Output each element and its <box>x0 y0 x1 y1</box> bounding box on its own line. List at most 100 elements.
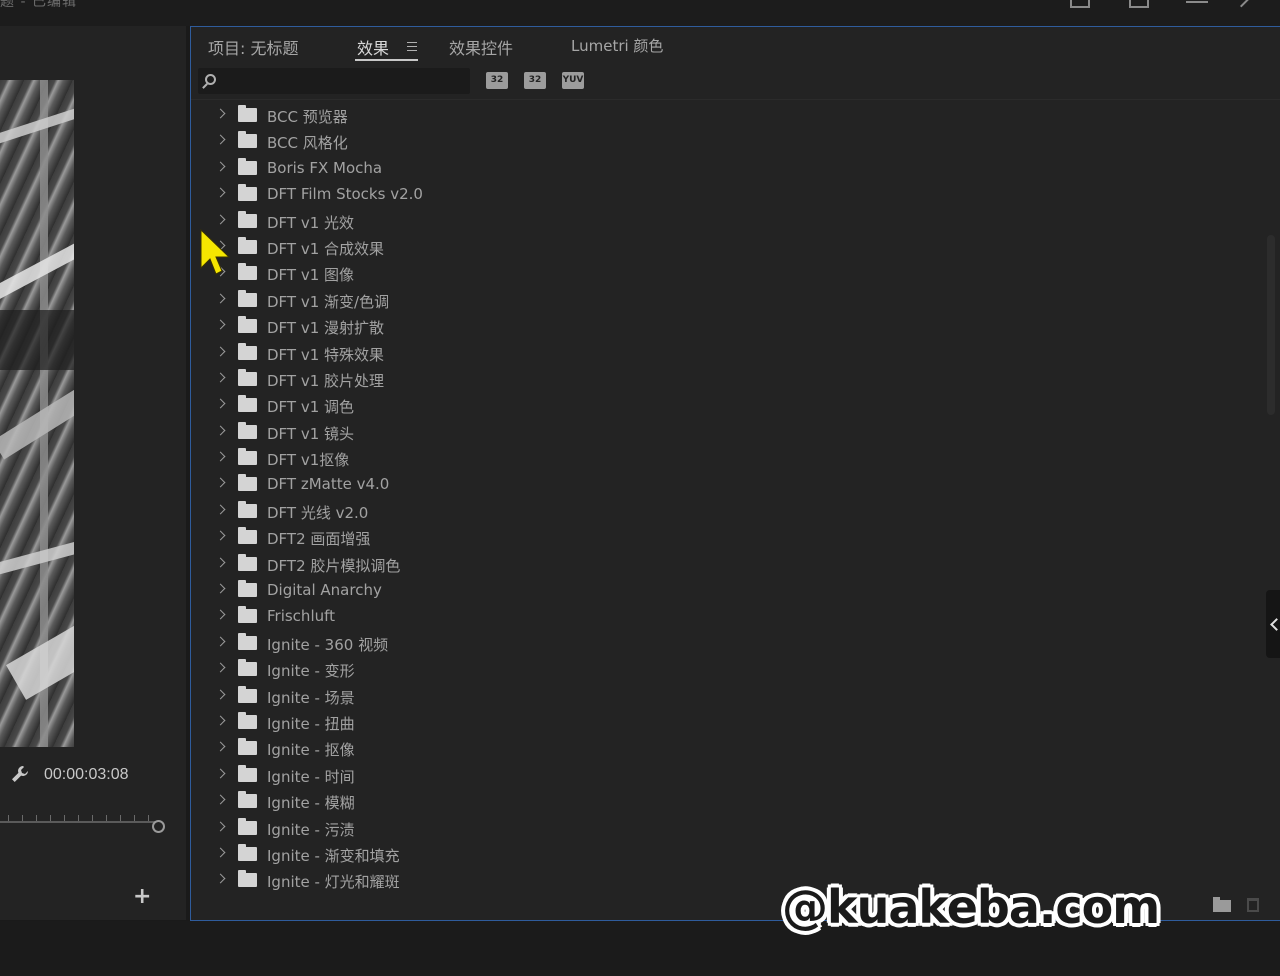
effect-folder-row[interactable]: Frischluft <box>191 603 1261 629</box>
effect-folder-row[interactable]: Ignite - 变形 <box>191 656 1261 682</box>
effect-folder-label: Frischluft <box>267 607 336 626</box>
effect-folder-row[interactable]: Boris FX Mocha <box>191 155 1261 181</box>
menu-icon[interactable] <box>1186 0 1208 8</box>
tab-lumetri-color[interactable]: Lumetri 颜色 <box>571 35 663 56</box>
effect-folder-row[interactable]: DFT 光线 v2.0 <box>191 498 1261 524</box>
chevron-right-icon[interactable] <box>215 821 226 831</box>
effect-folder-label: DFT v1 镜头 <box>267 424 355 443</box>
folder-icon <box>238 157 257 175</box>
effect-folder-row[interactable]: DFT v1 漫射扩散 <box>191 313 1261 339</box>
scrollbar[interactable] <box>1267 235 1275 415</box>
chevron-right-icon[interactable] <box>215 478 226 488</box>
chevron-right-icon[interactable] <box>215 794 226 805</box>
effect-folder-row[interactable]: Ignite - 模糊 <box>191 788 1261 814</box>
chevron-right-icon[interactable] <box>215 715 226 726</box>
chevron-right-icon[interactable] <box>215 662 226 673</box>
effect-folder-row[interactable]: DFT v1 合成效果 <box>191 234 1261 260</box>
chevron-right-icon[interactable] <box>215 530 226 541</box>
effect-folder-row[interactable]: Ignite - 360 视频 <box>191 630 1261 656</box>
effect-folder-row[interactable]: DFT2 画面增强 <box>191 524 1261 550</box>
effect-folder-row[interactable]: Ignite - 扭曲 <box>191 709 1261 735</box>
video-preview[interactable] <box>0 80 74 747</box>
tab-effect-controls[interactable]: 效果控件 <box>449 35 513 59</box>
effect-folder-row[interactable]: DFT v1 光效 <box>191 208 1261 234</box>
tab-project[interactable]: 项目: 无标题 <box>208 35 298 59</box>
effect-folder-row[interactable]: DFT2 胶片模拟调色 <box>191 551 1261 577</box>
effect-folder-row[interactable]: DFT Film Stocks v2.0 <box>191 181 1261 207</box>
tab-effects[interactable]: 效果 <box>357 35 389 59</box>
panel-menu-icon[interactable] <box>407 42 417 54</box>
effect-folder-label: DFT 光线 v2.0 <box>267 503 369 522</box>
chevron-right-icon[interactable] <box>215 636 226 647</box>
effect-folder-row[interactable]: DFT v1 特殊效果 <box>191 340 1261 366</box>
effect-folder-row[interactable]: Ignite - 污渍 <box>191 815 1261 841</box>
effect-folder-row[interactable]: Ignite - 渐变和填充 <box>191 841 1261 867</box>
effect-folder-row[interactable]: Ignite - 抠像 <box>191 735 1261 761</box>
collapse-panel-icon[interactable] <box>1266 590 1280 658</box>
chevron-right-icon[interactable] <box>215 583 226 594</box>
chevron-right-icon[interactable] <box>215 398 226 409</box>
chevron-right-icon[interactable] <box>215 293 226 304</box>
wrench-icon[interactable] <box>10 764 30 784</box>
32bit-effects-icon[interactable]: 32 <box>524 72 546 89</box>
trash-icon[interactable] <box>1247 898 1259 912</box>
folder-icon <box>238 236 257 254</box>
effects-search[interactable] <box>198 68 470 94</box>
effect-folder-label: DFT v1 光效 <box>267 213 355 232</box>
minimize-icon[interactable] <box>1240 0 1254 8</box>
effect-folder-row[interactable]: Digital Anarchy <box>191 577 1261 603</box>
effect-folder-row[interactable]: BCC 预览器 <box>191 102 1261 128</box>
new-folder-icon[interactable] <box>1213 897 1231 912</box>
export-icon[interactable] <box>1129 0 1149 8</box>
folder-icon <box>238 131 257 149</box>
effect-folder-row[interactable]: DFT v1 镜头 <box>191 419 1261 445</box>
chevron-right-icon[interactable] <box>215 214 226 225</box>
chevron-right-icon[interactable] <box>215 768 226 779</box>
folder-icon <box>238 105 257 122</box>
workspace-icon[interactable] <box>1070 0 1090 8</box>
chevron-right-icon[interactable] <box>215 557 226 568</box>
chevron-right-icon[interactable] <box>215 451 226 462</box>
chevron-right-icon[interactable] <box>215 873 226 884</box>
chevron-right-icon[interactable] <box>215 504 226 515</box>
folder-icon <box>238 368 257 386</box>
effect-folder-label: DFT v1抠像 <box>267 451 350 470</box>
chevron-right-icon[interactable] <box>215 741 226 752</box>
chevron-right-icon[interactable] <box>215 187 226 198</box>
folder-icon <box>238 184 257 202</box>
time-ruler[interactable] <box>0 809 160 823</box>
effect-folder-row[interactable]: DFT v1 图像 <box>191 260 1261 286</box>
active-tab-indicator <box>355 59 418 61</box>
add-button[interactable]: + <box>133 886 151 908</box>
effect-folder-row[interactable]: DFT v1 渐变/色调 <box>191 287 1261 313</box>
effect-folder-row[interactable]: DFT zMatte v4.0 <box>191 471 1261 497</box>
chevron-right-icon[interactable] <box>215 161 226 172</box>
chevron-right-icon[interactable] <box>215 689 226 700</box>
effect-folder-row[interactable]: BCC 风格化 <box>191 128 1261 154</box>
chevron-right-icon[interactable] <box>215 425 226 436</box>
effect-folder-row[interactable]: DFT v1 胶片处理 <box>191 366 1261 392</box>
effect-folder-row[interactable]: DFT v1 调色 <box>191 392 1261 418</box>
effect-folder-row[interactable]: Ignite - 时间 <box>191 762 1261 788</box>
yuv-effects-icon[interactable]: YUV <box>562 72 584 89</box>
folder-icon <box>238 738 257 756</box>
effect-folder-row[interactable]: Ignite - 场景 <box>191 683 1261 709</box>
chevron-right-icon[interactable] <box>215 847 226 858</box>
playhead-handle[interactable] <box>152 820 165 833</box>
chevron-right-icon[interactable] <box>215 319 226 330</box>
chevron-right-icon[interactable] <box>215 372 226 383</box>
chevron-right-icon[interactable] <box>215 609 226 620</box>
folder-icon <box>238 395 257 413</box>
chevron-right-icon[interactable] <box>215 134 226 145</box>
accelerated-effects-icon[interactable]: 32 <box>486 72 508 89</box>
effect-folder-row[interactable]: DFT v1抠像 <box>191 445 1261 471</box>
folder-icon <box>238 553 257 571</box>
search-input[interactable] <box>222 71 462 91</box>
search-icon <box>205 74 216 85</box>
folder-icon <box>238 843 257 861</box>
chevron-right-icon[interactable] <box>215 346 226 356</box>
chevron-right-icon[interactable] <box>215 108 226 119</box>
playhead-timecode[interactable]: 00:00:03:08 <box>44 766 129 784</box>
effect-folder-label: Ignite - 扭曲 <box>267 714 355 733</box>
effect-folder-label: DFT v1 特殊效果 <box>267 345 385 364</box>
